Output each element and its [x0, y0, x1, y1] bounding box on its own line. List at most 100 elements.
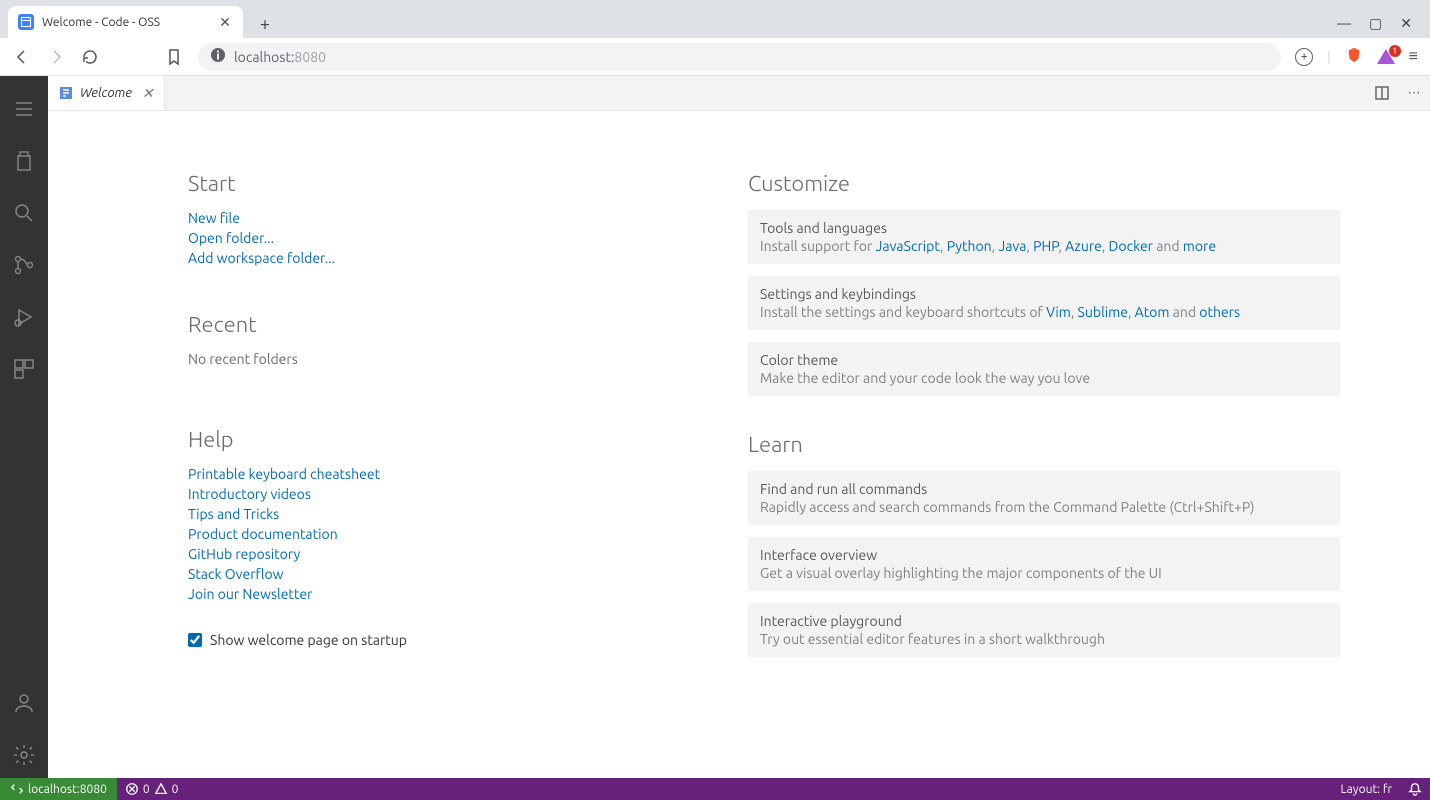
split-editor-icon[interactable] [1366, 76, 1398, 110]
tab-title: Welcome - Code - OSS [42, 16, 209, 29]
editor-tab-bar: Welcome ✕ ⋯ [48, 76, 1430, 111]
editor-area: Welcome ✕ ⋯ Start New file Open folder..… [48, 76, 1430, 778]
lang-link-java[interactable]: Java [998, 238, 1026, 254]
editor-tab-welcome[interactable]: Welcome ✕ [48, 76, 165, 110]
browser-tab[interactable]: Welcome - Code - OSS ✕ [8, 6, 243, 38]
run-debug-icon[interactable] [0, 294, 48, 340]
address-bar[interactable]: localhost:8080 [198, 43, 1281, 71]
link-more[interactable]: more [1183, 238, 1216, 254]
brave-rewards-icon[interactable]: 1 [1377, 49, 1395, 64]
card-overview[interactable]: Interface overview Get a visual overlay … [748, 537, 1340, 591]
favicon-icon [18, 14, 34, 30]
card-theme[interactable]: Color theme Make the editor and your cod… [748, 342, 1340, 396]
remote-host: localhost:8080 [28, 783, 107, 796]
card-theme-desc: Make the editor and your code look the w… [760, 370, 1328, 386]
problems-indicator[interactable]: 0 0 [117, 778, 187, 800]
remote-indicator[interactable]: localhost:8080 [0, 778, 117, 800]
bookmark-icon[interactable] [164, 47, 184, 67]
lang-link-atom[interactable]: Atom [1135, 304, 1170, 320]
help-link-3[interactable]: Product documentation [188, 526, 688, 542]
show-on-startup-label: Show welcome page on startup [210, 632, 407, 648]
vscode-root: Welcome ✕ ⋯ Start New file Open folder..… [0, 76, 1430, 778]
card-commands[interactable]: Find and run all commands Rapidly access… [748, 471, 1340, 525]
start-heading: Start [188, 171, 688, 196]
activity-bar [0, 76, 48, 778]
card-tools-title: Tools and languages [760, 220, 1328, 236]
back-icon[interactable] [12, 47, 32, 67]
card-settings-desc: Install the settings and keyboard shortc… [760, 304, 1328, 320]
close-window-icon[interactable]: ✕ [1400, 15, 1412, 32]
new-tab-button[interactable]: + [251, 10, 279, 38]
minimize-icon[interactable]: — [1337, 15, 1351, 32]
explorer-icon[interactable] [0, 138, 48, 184]
editor-tab-close-icon[interactable]: ✕ [142, 85, 154, 102]
lang-link-php[interactable]: PHP [1033, 238, 1058, 254]
help-link-6[interactable]: Join our Newsletter [188, 586, 688, 602]
customize-heading: Customize [748, 171, 1340, 196]
search-icon[interactable] [0, 190, 48, 236]
help-link-0[interactable]: Printable keyboard cheatsheet [188, 466, 688, 482]
help-section: Help Printable keyboard cheatsheet Introd… [188, 427, 688, 648]
settings-gear-icon[interactable] [0, 732, 48, 778]
help-link-4[interactable]: GitHub repository [188, 546, 688, 562]
badge-count: 1 [1389, 45, 1401, 57]
help-heading: Help [188, 427, 688, 452]
brave-shield-icon[interactable] [1345, 46, 1363, 67]
card-tools-desc: Install support for JavaScript, Python, … [760, 238, 1328, 254]
accounts-icon[interactable] [0, 680, 48, 726]
welcome-page: Start New file Open folder... Add worksp… [48, 111, 1430, 778]
lang-link-azure[interactable]: Azure [1065, 238, 1102, 254]
add-circle-icon[interactable]: + [1295, 48, 1313, 66]
link-others[interactable]: others [1199, 304, 1240, 320]
window-controls: — ▢ ✕ [1337, 15, 1422, 38]
lang-link-docker[interactable]: Docker [1109, 238, 1153, 254]
card-commands-title: Find and run all commands [760, 481, 1328, 497]
recent-section: Recent No recent folders [188, 312, 688, 367]
card-overview-title: Interface overview [760, 547, 1328, 563]
notifications-icon[interactable] [1400, 778, 1430, 800]
lang-link-sublime[interactable]: Sublime [1078, 304, 1128, 320]
menu-icon[interactable]: ≡ [1409, 47, 1418, 66]
learn-heading: Learn [748, 432, 1340, 457]
recent-empty: No recent folders [188, 351, 688, 367]
forward-icon[interactable] [46, 47, 66, 67]
link-add-workspace[interactable]: Add workspace folder... [188, 250, 688, 266]
toolbar-right: + | 1 ≡ [1295, 46, 1418, 67]
card-tools[interactable]: Tools and languages Install support for … [748, 210, 1340, 264]
lang-link-python[interactable]: Python [947, 238, 992, 254]
lang-link-vim[interactable]: Vim [1046, 304, 1071, 320]
card-playground[interactable]: Interactive playground Try out essential… [748, 603, 1340, 657]
source-control-icon[interactable] [0, 242, 48, 288]
welcome-file-icon [58, 85, 74, 101]
recent-heading: Recent [188, 312, 688, 337]
card-playground-desc: Try out essential editor features in a s… [760, 631, 1328, 647]
site-info-icon[interactable] [210, 47, 226, 66]
more-actions-icon[interactable]: ⋯ [1398, 76, 1430, 110]
keyboard-layout[interactable]: Layout: fr [1333, 778, 1400, 800]
tab-close-icon[interactable]: ✕ [217, 14, 233, 30]
card-commands-desc: Rapidly access and search commands from … [760, 499, 1328, 515]
link-new-file[interactable]: New file [188, 210, 688, 226]
start-section: Start New file Open folder... Add worksp… [188, 171, 688, 266]
warnings-count: 0 [172, 783, 179, 796]
card-overview-desc: Get a visual overlay highlighting the ma… [760, 565, 1328, 581]
editor-tab-label: Welcome [80, 86, 132, 100]
menu-toggle-icon[interactable] [0, 86, 48, 132]
maximize-icon[interactable]: ▢ [1369, 15, 1382, 32]
card-playground-title: Interactive playground [760, 613, 1328, 629]
card-settings-title: Settings and keybindings [760, 286, 1328, 302]
errors-count: 0 [143, 783, 150, 796]
browser-toolbar: localhost:8080 + | 1 ≡ [0, 38, 1430, 76]
browser-tab-strip: Welcome - Code - OSS ✕ + — ▢ ✕ [0, 0, 1430, 38]
lang-link-javascript[interactable]: JavaScript [876, 238, 941, 254]
show-on-startup-checkbox[interactable] [188, 633, 202, 647]
link-open-folder[interactable]: Open folder... [188, 230, 688, 246]
help-link-1[interactable]: Introductory videos [188, 486, 688, 502]
card-theme-title: Color theme [760, 352, 1328, 368]
extensions-icon[interactable] [0, 346, 48, 392]
show-on-startup-row: Show welcome page on startup [188, 632, 688, 648]
card-settings[interactable]: Settings and keybindings Install the set… [748, 276, 1340, 330]
help-link-5[interactable]: Stack Overflow [188, 566, 688, 582]
reload-icon[interactable] [80, 47, 100, 67]
help-link-2[interactable]: Tips and Tricks [188, 506, 688, 522]
